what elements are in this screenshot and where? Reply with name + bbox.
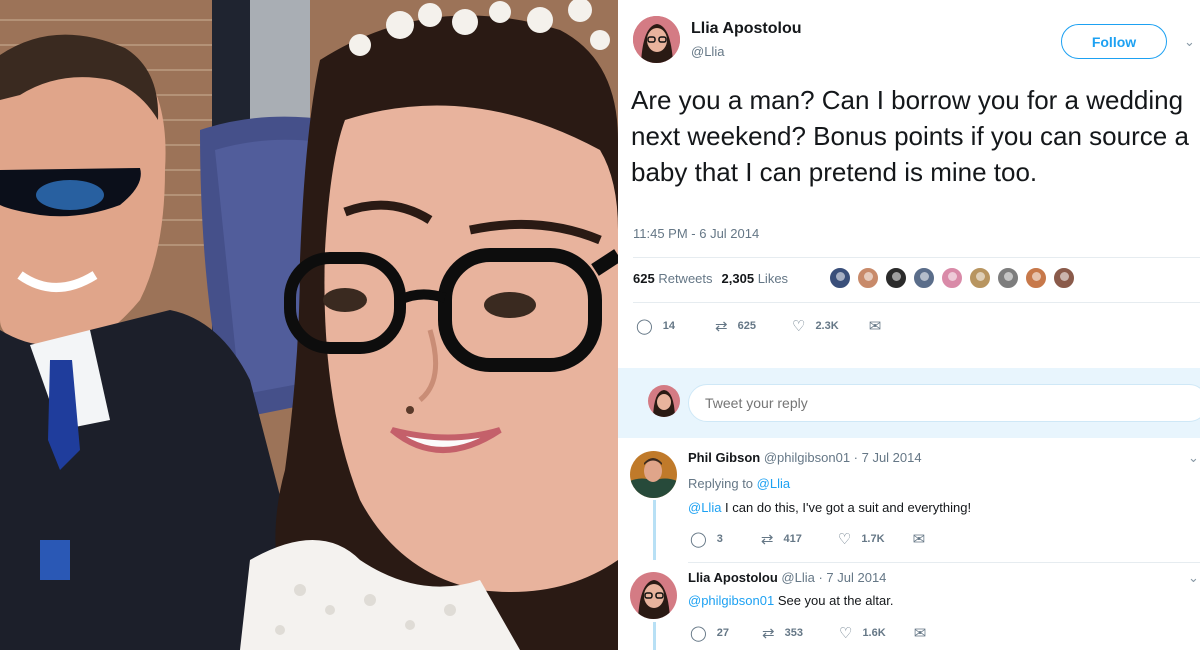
reply-actions: ◯ 3 ⇄ 417 ♡ 1.7K ✉ (690, 530, 943, 548)
reply-mention[interactable]: @Llia (688, 500, 721, 515)
replying-to-link[interactable]: @Llia (757, 476, 790, 491)
likes-label[interactable]: Likes (758, 271, 788, 286)
reply-mention[interactable]: @philgibson01 (688, 593, 774, 608)
chevron-down-icon[interactable]: ⌄ (1188, 570, 1199, 586)
reply-body: I can do this, I've got a suit and every… (721, 500, 972, 515)
reply-count: 27 (716, 627, 730, 639)
liker-avatars (828, 266, 1080, 290)
retweet-button[interactable]: ⇄ 417 (761, 530, 802, 548)
author-avatar[interactable] (633, 16, 680, 63)
avatar-image (633, 16, 680, 63)
divider (688, 562, 1200, 563)
retweets-count[interactable]: 625 (633, 271, 655, 286)
divider (633, 302, 1200, 303)
liker-avatar[interactable] (828, 266, 852, 290)
liker-avatar[interactable] (1024, 266, 1048, 290)
reply-author-name[interactable]: Phil Gibson (688, 450, 760, 465)
reply-text: @Llia I can do this, I've got a suit and… (688, 500, 971, 515)
likes-count[interactable]: 2,305 (722, 271, 755, 286)
direct-message-icon: ✉ (868, 318, 882, 335)
liker-avatar[interactable] (912, 266, 936, 290)
liker-avatar[interactable] (884, 266, 908, 290)
heart-icon: ♡ (837, 531, 852, 548)
reply-count: 14 (662, 320, 676, 332)
direct-message-icon: ✉ (913, 625, 927, 642)
liker-avatar[interactable] (940, 266, 964, 290)
reply-composer (618, 368, 1200, 438)
avatar-image (630, 572, 677, 619)
retweet-icon: ⇄ (760, 531, 774, 548)
wedding-selfie-photo (0, 0, 618, 650)
liker-avatar[interactable] (856, 266, 880, 290)
reply-author-avatar[interactable] (630, 451, 677, 498)
heart-icon: ♡ (791, 318, 806, 335)
tweet-timestamp[interactable]: 11:45 PM - 6 Jul 2014 (633, 226, 759, 241)
retweet-icon: ⇄ (762, 625, 775, 642)
retweet-count: 417 (783, 533, 802, 545)
reply-count: 3 (716, 533, 723, 545)
divider (633, 257, 1200, 258)
chevron-down-icon[interactable]: ⌄ (1184, 34, 1195, 50)
reply-author-avatar[interactable] (630, 572, 677, 619)
reply-header: Phil Gibson @philgibson01 · 7 Jul 2014 (688, 450, 922, 465)
reply-icon: ◯ (690, 625, 707, 642)
retweet-button[interactable]: ⇄ 625 (715, 317, 756, 335)
reply-actions: ◯ 27 ⇄ 353 ♡ 1.6K ✉ (690, 624, 944, 642)
direct-message-button[interactable]: ✉ (869, 317, 882, 335)
direct-message-button[interactable]: ✉ (913, 530, 926, 548)
thread-line (653, 500, 656, 560)
retweets-label[interactable]: Retweets (658, 271, 712, 286)
like-button[interactable]: ♡ 1.7K (838, 530, 885, 548)
reply-header: Llia Apostolou @Llia · 7 Jul 2014 (688, 570, 886, 585)
author-name[interactable]: Llia Apostolou (691, 20, 802, 38)
reply-author-name[interactable]: Llia Apostolou (688, 570, 778, 585)
retweet-count: 625 (737, 320, 756, 332)
reply-button[interactable]: ◯ 27 (690, 624, 729, 642)
avatar-image (630, 451, 677, 498)
reply-handle-date[interactable]: @philgibson01 · 7 Jul 2014 (764, 450, 922, 465)
liker-avatar[interactable] (996, 266, 1020, 290)
current-user-avatar (648, 385, 680, 417)
reply-icon: ◯ (636, 318, 653, 335)
retweet-icon: ⇄ (715, 318, 728, 335)
heart-icon: ♡ (838, 625, 853, 642)
tweet-panel: Llia Apostolou @Llia Follow ⌄ Are you a … (618, 0, 1200, 650)
tweet-text: Are you a man? Can I borrow you for a we… (631, 85, 1189, 187)
follow-button[interactable]: Follow (1061, 24, 1167, 59)
like-button[interactable]: ♡ 2.3K (792, 317, 839, 335)
like-count: 1.6K (862, 627, 886, 639)
chevron-down-icon[interactable]: ⌄ (1188, 450, 1199, 466)
thread-line (653, 622, 656, 650)
reply-button[interactable]: ◯ 14 (636, 317, 675, 335)
reply-text: @philgibson01 See you at the altar. (688, 593, 893, 608)
reply-body: See you at the altar. (774, 593, 894, 608)
like-count: 2.3K (815, 320, 839, 332)
liker-avatar[interactable] (1052, 266, 1076, 290)
replying-to: Replying to @Llia (688, 476, 790, 491)
reply-button[interactable]: ◯ 3 (690, 530, 723, 548)
avatar-image (648, 385, 680, 417)
replying-to-label: Replying to (688, 476, 754, 491)
author-handle[interactable]: @Llia (691, 44, 724, 59)
direct-message-icon: ✉ (912, 531, 926, 548)
reply-icon: ◯ (690, 531, 707, 548)
like-button[interactable]: ♡ 1.6K (839, 624, 886, 642)
retweet-count: 353 (784, 627, 803, 639)
reply-input[interactable] (688, 384, 1200, 422)
retweet-button[interactable]: ⇄ 353 (762, 624, 803, 642)
like-count: 1.7K (861, 533, 885, 545)
photo-illustration (0, 0, 618, 650)
tweet-actions: ◯ 14 ⇄ 625 ♡ 2.3K ✉ (636, 317, 899, 335)
tweet-stats: 625 Retweets 2,305 Likes (633, 271, 788, 286)
liker-avatar[interactable] (968, 266, 992, 290)
reply-handle-date[interactable]: @Llia · 7 Jul 2014 (781, 570, 886, 585)
direct-message-button[interactable]: ✉ (914, 624, 927, 642)
